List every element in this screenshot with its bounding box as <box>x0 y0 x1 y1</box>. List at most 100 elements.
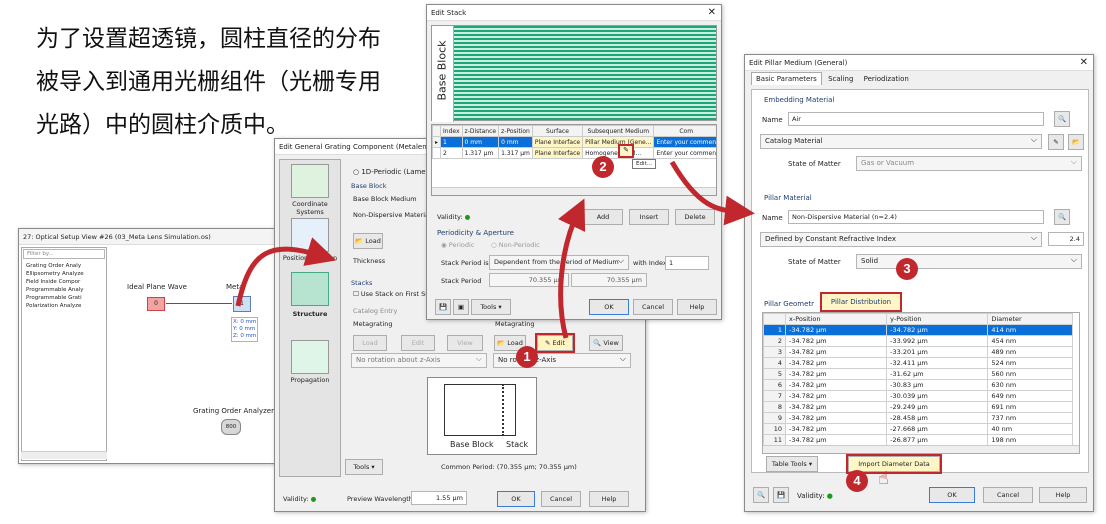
table-row[interactable]: ▸ 1 0 mm 0 mm Plane Interface Pillar Medium (… <box>432 136 716 148</box>
metagrating2-label: Metagrating <box>495 320 535 328</box>
nav-coordinate-systems[interactable]: Coordinate Systems <box>281 200 339 216</box>
save-icon[interactable]: 💾 <box>773 487 789 503</box>
edit-medium-icon[interactable]: ✎ <box>618 144 634 158</box>
hand-cursor-icon: ☝ <box>878 468 889 489</box>
tree-item[interactable]: Programmable Analy <box>26 286 84 294</box>
catalog-entry-label: Catalog Entry <box>353 307 398 315</box>
edit-metagrating-button[interactable]: ✎ Edit <box>535 333 575 353</box>
connector-line <box>166 303 232 304</box>
tree-item[interactable]: Polarization Analyze <box>26 302 84 310</box>
pillar-distribution-tab[interactable]: Pillar Distribution <box>820 292 902 312</box>
filter-input[interactable]: Filter by... <box>23 249 105 259</box>
search-icon[interactable]: 🔍 <box>753 487 769 503</box>
stack-table: Index z-Distance z-Position Surface Subseque… <box>432 125 716 159</box>
base-block-heading: Base Block <box>351 182 387 190</box>
setup-tree-panel: Filter by... Grating Order Analy Ellipso… <box>21 247 107 461</box>
refractive-index-select[interactable]: Defined by Constant Refractive Index <box>760 231 1042 247</box>
table-row[interactable]: 5 -34.782 µm -31.62 µm 560 nm <box>763 368 1073 380</box>
delete-button[interactable]: Delete <box>675 209 715 225</box>
table-row[interactable]: 6 -34.782 µm -30.83 µm 630 nm <box>763 379 1073 391</box>
stack-diagram: Base Block Stack <box>427 377 537 455</box>
rotation-select[interactable]: No rotation about z-Axis <box>351 352 487 368</box>
table-row[interactable]: 2 1.317 µm 1.317 µm Plane Interface Homogene… <box>432 147 716 159</box>
diagram-stack <box>502 384 516 436</box>
search-icon[interactable]: 🔍 <box>1054 209 1070 225</box>
table-row[interactable]: 2 -34.782 µm -33.992 µm 454 nm <box>763 335 1073 347</box>
view2-button[interactable]: 🔍 View <box>589 335 623 351</box>
plane-wave-node[interactable]: 0 <box>147 297 165 311</box>
import-diameter-button[interactable]: Import Diameter Data <box>846 454 942 474</box>
index-input[interactable]: 1 <box>665 256 709 270</box>
pillar-ok-button[interactable]: OK <box>929 487 975 503</box>
nonperiodic-radio[interactable]: ○ Non-Periodic <box>491 241 540 249</box>
coordinate-systems-icon[interactable] <box>291 164 329 198</box>
close-icon[interactable]: ✕ <box>1080 55 1088 71</box>
table-row[interactable]: 7 -34.782 µm -30.039 µm 649 nm <box>763 390 1073 402</box>
view-disabled-button: View <box>447 335 483 351</box>
state-solid-select[interactable]: Solid <box>856 253 1082 269</box>
refractive-index-input[interactable]: 2.4 <box>1048 232 1084 246</box>
metalens-node[interactable]: 1 <box>233 296 251 312</box>
pillar-geometry-tab[interactable]: Pillar Geometr <box>764 300 814 308</box>
stack-tools-button[interactable]: Tools ▾ <box>471 299 511 315</box>
pillar-help-button[interactable]: Help <box>1039 487 1087 503</box>
table-row[interactable]: 1 -34.782 µm -34.782 µm 414 nm <box>763 324 1073 336</box>
stack-ok-button[interactable]: OK <box>589 299 629 315</box>
embedding-name-input[interactable]: Air <box>788 112 1044 126</box>
table-row[interactable]: 8 -34.782 µm -29.249 µm 691 nm <box>763 401 1073 413</box>
structure-icon[interactable] <box>291 272 329 306</box>
tree-item[interactable]: Field Inside Compor <box>26 278 84 286</box>
pillar-hscroll[interactable] <box>763 445 1079 453</box>
disk-icon[interactable]: ▣ <box>453 299 469 315</box>
use-stack-checkbox[interactable]: ☐ Use Stack on First Surf <box>353 290 434 298</box>
stack-preview: Base Block <box>431 25 717 122</box>
position-icon[interactable] <box>291 218 329 252</box>
periodicity-heading: Periodicity & Aperture <box>437 229 514 237</box>
table-row[interactable]: 11 -34.782 µm -26.877 µm 198 nm <box>763 434 1073 446</box>
pillar-tabs: Basic Parameters Scaling Periodization <box>751 72 913 85</box>
ok-button[interactable]: OK <box>497 491 535 507</box>
table-row[interactable]: 3 -34.782 µm -33.201 µm 489 nm <box>763 346 1073 358</box>
stack-period-is-label: Stack Period is <box>441 259 489 267</box>
metagrating-label: Metagrating <box>353 320 393 328</box>
help-button[interactable]: Help <box>589 491 629 507</box>
tools-button[interactable]: Tools ▾ <box>345 459 383 475</box>
tree-item[interactable]: Programmable Grati <box>26 294 84 302</box>
nav-structure[interactable]: Structure <box>281 310 339 318</box>
save-icon[interactable]: 💾 <box>435 299 451 315</box>
tree-item[interactable]: Ellipsometry Analyze <box>26 270 84 278</box>
tree-item[interactable]: Grating Order Analy <box>26 262 84 270</box>
preview-wavelength-input[interactable]: 1.55 µm <box>411 491 467 505</box>
setup-hscroll[interactable] <box>21 451 107 459</box>
nav-propagation[interactable]: Propagation <box>281 376 339 384</box>
insert-button[interactable]: Insert <box>629 209 669 225</box>
stack-cancel-button[interactable]: Cancel <box>633 299 673 315</box>
cancel-button[interactable]: Cancel <box>541 491 581 507</box>
tab-periodization[interactable]: Periodization <box>860 73 913 85</box>
stack-help-button[interactable]: Help <box>677 299 717 315</box>
tab-scaling[interactable]: Scaling <box>824 73 857 85</box>
search-icon[interactable]: 🔍 <box>1054 111 1070 127</box>
catalog-material-select[interactable]: Catalog Material <box>760 133 1042 149</box>
tab-basic-parameters[interactable]: Basic Parameters <box>751 72 822 85</box>
nav-position[interactable]: Position / ...ation <box>281 254 339 262</box>
table-tools-button[interactable]: Table Tools ▾ <box>766 456 818 472</box>
table-row[interactable]: 10 -34.782 µm -27.668 µm 40 nm <box>763 423 1073 435</box>
close-icon[interactable]: ✕ <box>708 5 716 21</box>
rotation2-select[interactable]: No rota ut z-Axis <box>493 352 631 368</box>
edit-icon[interactable]: ✎ <box>1048 134 1064 150</box>
pillar-cancel-button[interactable]: Cancel <box>983 487 1033 503</box>
add-button[interactable]: Add <box>583 209 623 225</box>
folder-icon[interactable]: 📂 <box>1068 134 1084 150</box>
analyzer-node[interactable]: 800 <box>221 419 241 435</box>
stack-period-mode-select[interactable]: Dependent from the Period of Medium <box>489 254 629 270</box>
table-row[interactable]: 9 -34.782 µm -28.458 µm 737 nm <box>763 412 1073 424</box>
propagation-icon[interactable] <box>291 340 329 374</box>
stack-hscroll[interactable] <box>432 187 716 195</box>
stacks-heading: Stacks <box>351 279 373 287</box>
pillar-name-input[interactable]: Non-Dispersive Material (n=2.4) <box>788 210 1044 224</box>
load-button[interactable]: 📂 Load <box>353 233 383 249</box>
periodic-radio[interactable]: ◉ Periodic <box>441 241 474 249</box>
table-row[interactable]: 4 -34.782 µm -32.411 µm 524 nm <box>763 357 1073 369</box>
period-y-field: 70.355 µm <box>571 273 647 287</box>
